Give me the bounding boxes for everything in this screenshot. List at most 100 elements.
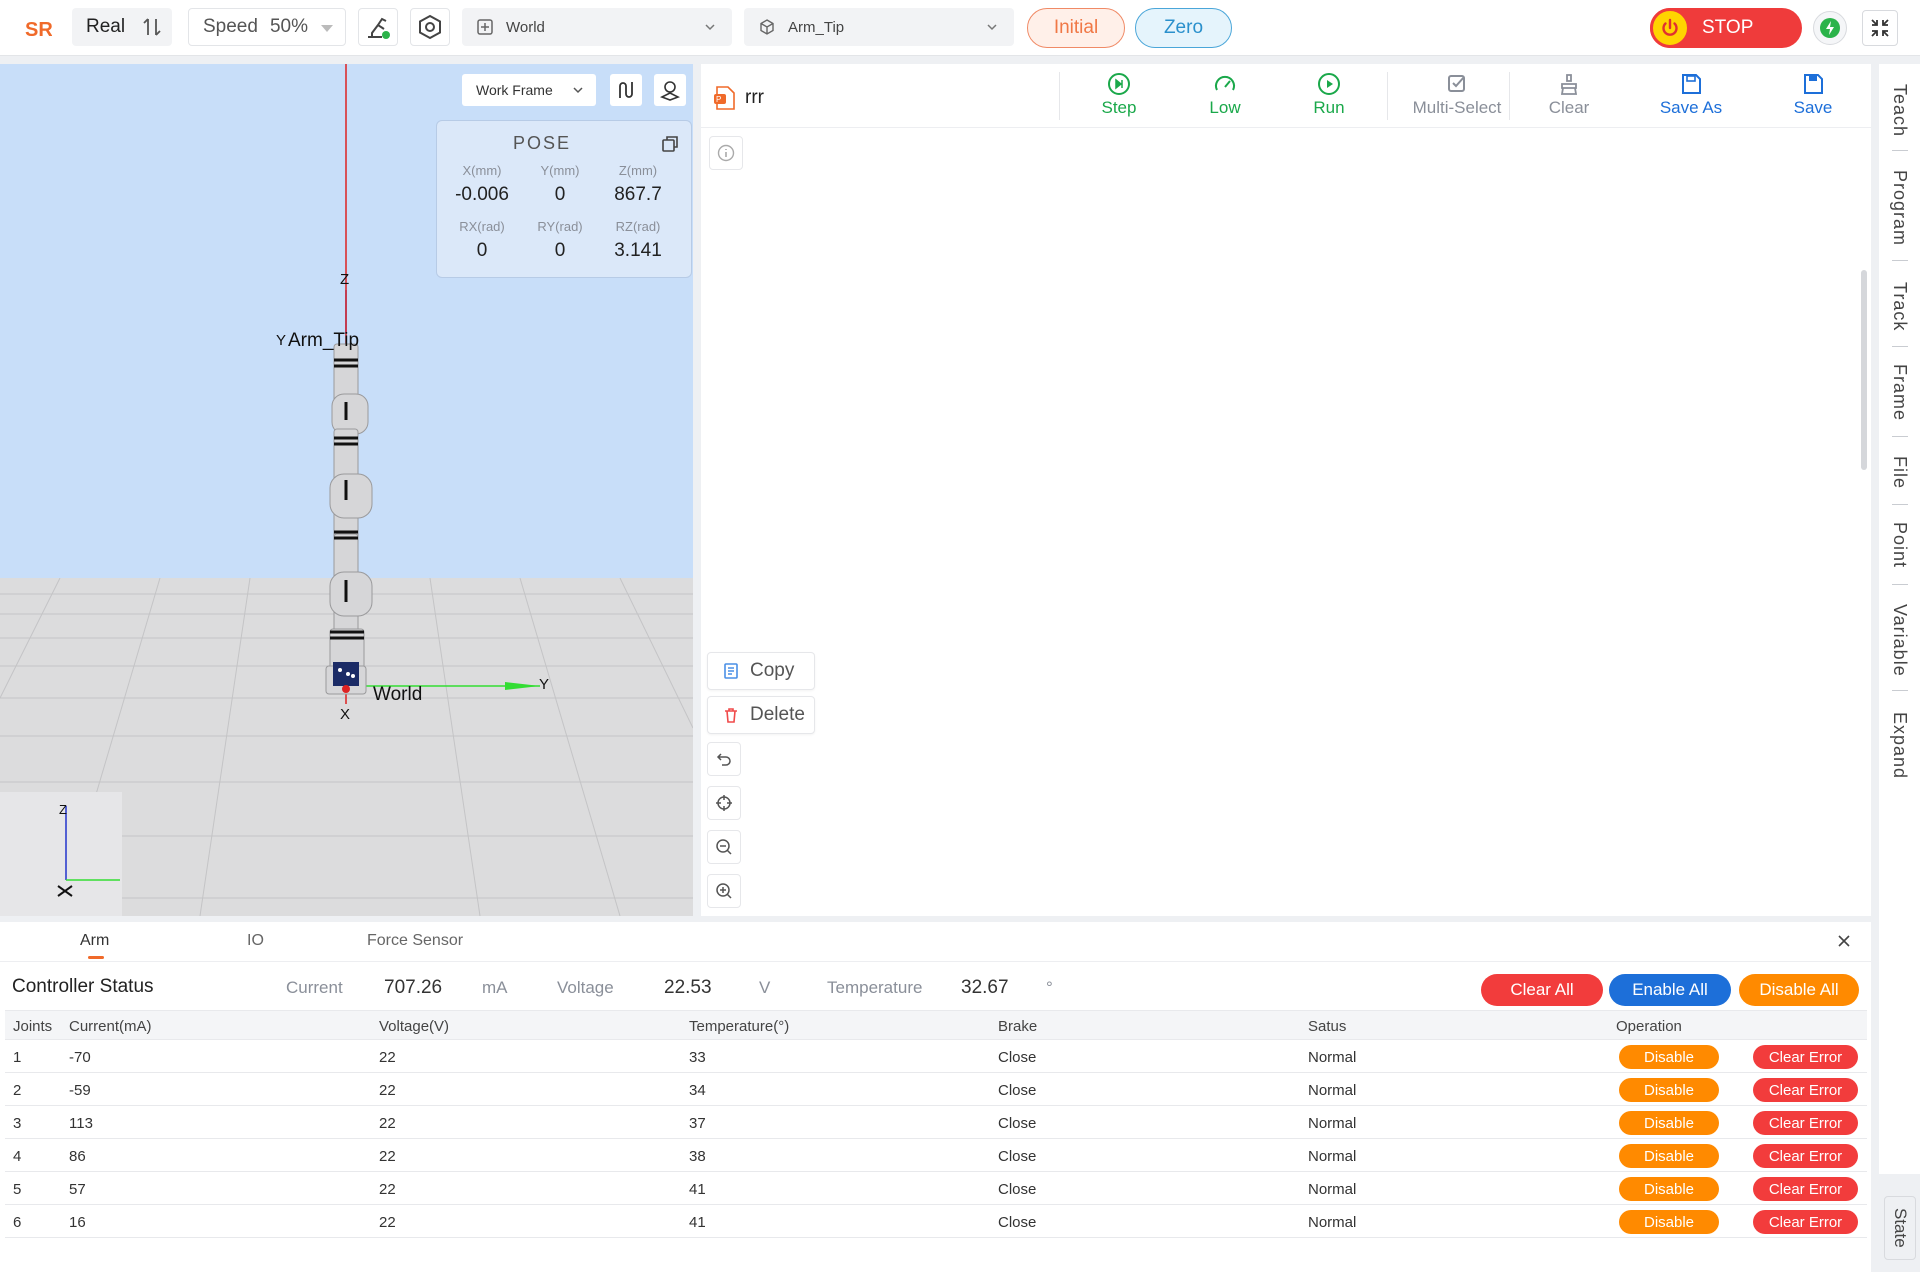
tool-select[interactable]: Arm_Tip: [744, 8, 1014, 46]
lightning-icon: [1820, 18, 1840, 38]
broom-icon: [1560, 74, 1578, 95]
tool-z-axis-label: Z: [340, 271, 350, 288]
tab-io[interactable]: IO: [247, 932, 264, 950]
clear-error-button[interactable]: Clear Error: [1753, 1177, 1858, 1201]
tab-force-sensor[interactable]: Force Sensor: [367, 932, 463, 950]
nav-teach-label: Teach: [1890, 84, 1910, 138]
zero-button[interactable]: Zero: [1135, 8, 1232, 48]
nav-divider: [1892, 504, 1908, 505]
multi-select-button[interactable]: Multi-Select: [1397, 72, 1517, 118]
current-cell: -59: [69, 1082, 91, 1099]
disable-all-button[interactable]: Disable All: [1739, 974, 1859, 1006]
speed-select[interactable]: Speed 50%: [188, 8, 346, 46]
nav-teach[interactable]: Teach: [1879, 84, 1920, 137]
disable-joint-button[interactable]: Disable: [1619, 1177, 1719, 1201]
clear-error-button[interactable]: Clear Error: [1753, 1144, 1858, 1168]
nav-point[interactable]: Point: [1879, 522, 1920, 568]
low-speed-button[interactable]: Low: [1175, 72, 1275, 118]
brake-cell: Close: [998, 1148, 1037, 1165]
app-logo-icon: SR: [24, 14, 53, 42]
clear-button[interactable]: Clear: [1519, 72, 1619, 118]
brake-cell: Close: [998, 1049, 1037, 1066]
temperature-value: 32.67: [961, 977, 1009, 998]
settings-button[interactable]: [410, 8, 450, 46]
zoom-in-icon: [716, 883, 732, 899]
tool-name-label: Arm_Tip: [288, 330, 360, 351]
temperature-cell: 38: [689, 1148, 706, 1165]
nav-track[interactable]: Track: [1879, 282, 1920, 331]
clear-error-button[interactable]: Clear Error: [1753, 1111, 1858, 1135]
step-button[interactable]: Step: [1069, 72, 1169, 118]
program-scrollbar[interactable]: [1861, 270, 1867, 470]
stop-button[interactable]: STOP: [1650, 8, 1802, 48]
nav-program[interactable]: Program: [1879, 170, 1920, 246]
nav-program-label: Program: [1890, 170, 1910, 247]
swap-icon[interactable]: [140, 16, 164, 38]
nav-expand-label: Expand: [1890, 712, 1910, 780]
toolbar-divider: [1059, 72, 1060, 120]
temperature-cell: 33: [689, 1049, 706, 1066]
status-cell: Normal: [1308, 1181, 1357, 1198]
nav-frame[interactable]: Frame: [1879, 364, 1920, 421]
tab-arm[interactable]: Arm: [80, 932, 109, 950]
3d-viewport[interactable]: Work Frame POSE X(mm) Y(mm) Z(mm) -0.006…: [0, 64, 693, 916]
disable-joint-button[interactable]: Disable: [1619, 1144, 1719, 1168]
disable-joint-button[interactable]: Disable: [1619, 1210, 1719, 1234]
clear-error-button[interactable]: Clear Error: [1753, 1078, 1858, 1102]
copy-button[interactable]: Copy: [707, 652, 815, 690]
enable-all-button[interactable]: Enable All: [1609, 974, 1731, 1006]
world-x-axis-label: X: [340, 706, 351, 723]
close-icon[interactable]: [1837, 934, 1851, 948]
col-current: Current(mA): [69, 1018, 152, 1035]
joint-cell: 5: [13, 1181, 22, 1198]
chevron-down-icon: [987, 24, 997, 31]
toolbar-divider: [1387, 72, 1388, 120]
clear-all-button[interactable]: Clear All: [1481, 974, 1603, 1006]
joint-cell: 1: [13, 1049, 22, 1066]
robot-connection-button[interactable]: [358, 8, 398, 46]
state-tab[interactable]: State: [1884, 1196, 1916, 1260]
low-label: Low: [1209, 98, 1241, 117]
info-button[interactable]: [709, 136, 743, 170]
nav-variable[interactable]: Variable: [1879, 604, 1920, 677]
delete-label: Delete: [750, 704, 805, 725]
frame-select[interactable]: World: [462, 8, 732, 46]
zoom-out-button[interactable]: [707, 830, 741, 864]
current-cell: 57: [69, 1181, 86, 1198]
collapse-button[interactable]: [1862, 10, 1898, 46]
mode-switch[interactable]: Real: [72, 8, 172, 46]
save-as-button[interactable]: Save As: [1641, 72, 1741, 118]
power-status-button[interactable]: [1813, 11, 1847, 45]
initial-button[interactable]: Initial: [1027, 8, 1125, 48]
nav-file[interactable]: File: [1879, 456, 1920, 489]
center-view-button[interactable]: [707, 786, 741, 820]
clear-error-button[interactable]: Clear Error: [1753, 1210, 1858, 1234]
zoom-in-button[interactable]: [707, 874, 741, 908]
table-row: 6 16 22 41 Close Normal Disable Clear Er…: [5, 1205, 1867, 1238]
nav-divider: [1892, 690, 1908, 691]
speed-value: 50%: [269, 16, 308, 37]
disable-joint-button[interactable]: Disable: [1619, 1078, 1719, 1102]
nav-expand[interactable]: Expand: [1879, 712, 1920, 779]
current-cell: 16: [69, 1214, 86, 1231]
clear-error-button[interactable]: Clear Error: [1753, 1045, 1858, 1069]
save-button[interactable]: Save: [1763, 72, 1863, 118]
temperature-cell: 41: [689, 1214, 706, 1231]
program-file-tab[interactable]: P rrr: [713, 84, 764, 112]
disable-joint-button[interactable]: Disable: [1619, 1045, 1719, 1069]
voltage-cell: 22: [379, 1181, 396, 1198]
top-toolbar: SR Real Speed 50% World Arm_Tip Initial …: [0, 0, 1920, 56]
undo-button[interactable]: [707, 742, 741, 776]
col-status: Satus: [1308, 1018, 1347, 1035]
zoom-out-icon: [716, 839, 732, 855]
tool-y-axis-label: Y: [276, 332, 287, 349]
run-button[interactable]: Run: [1279, 72, 1379, 118]
nav-variable-label: Variable: [1890, 604, 1910, 677]
info-icon: [717, 144, 735, 162]
disable-joint-button[interactable]: Disable: [1619, 1111, 1719, 1135]
current-cell: 86: [69, 1148, 86, 1165]
col-voltage: Voltage(V): [379, 1018, 450, 1035]
delete-button[interactable]: Delete: [707, 696, 815, 734]
temperature-label: Temperature: [827, 978, 923, 997]
col-temperature: Temperature(°): [689, 1018, 790, 1035]
